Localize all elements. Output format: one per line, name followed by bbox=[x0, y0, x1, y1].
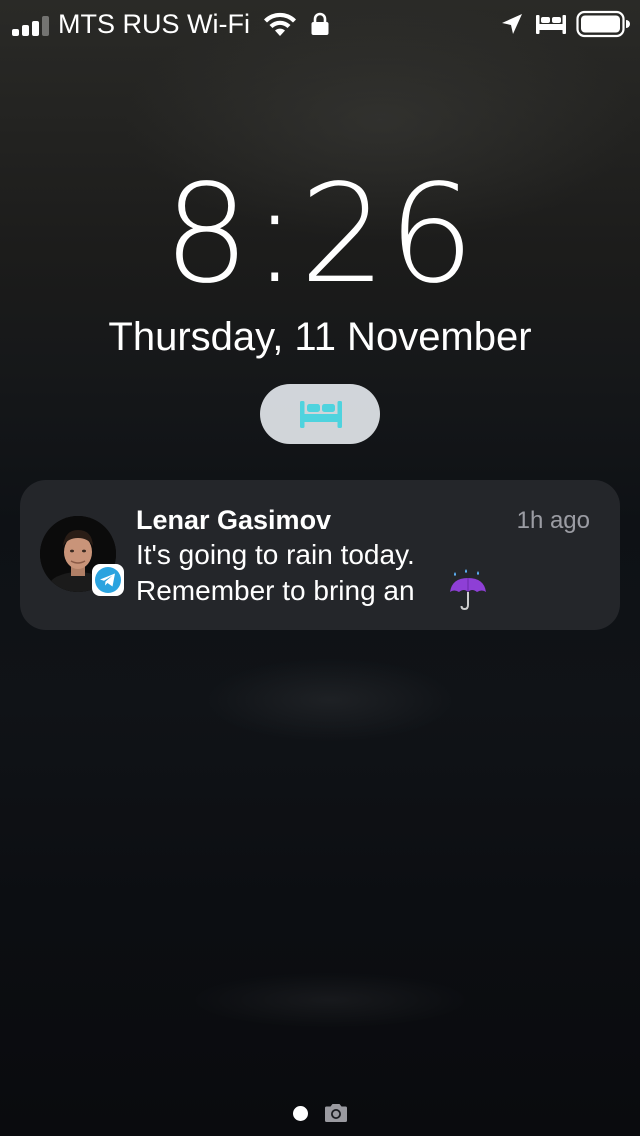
battery-icon bbox=[576, 10, 630, 38]
wifi-icon bbox=[264, 12, 296, 36]
lock-screen-date: Thursday, 11 November bbox=[108, 315, 532, 359]
page-dot[interactable] bbox=[293, 1106, 308, 1121]
notification-time: 1h ago bbox=[516, 507, 590, 534]
status-bar: MTS RUS Wi-Fi bbox=[0, 0, 640, 48]
notification-message-line2: Remember to bring an bbox=[136, 575, 415, 606]
bed-icon bbox=[536, 15, 566, 34]
notification-card[interactable]: Lenar Gasimov 1h ago It's going to rain … bbox=[20, 480, 620, 630]
notification-message-line1: It's going to rain today. bbox=[136, 539, 415, 570]
lock-icon bbox=[311, 12, 329, 35]
lock-screen: MTS RUS Wi-Fi 8:26 Thursday, 11 November… bbox=[0, 0, 640, 1136]
location-icon bbox=[502, 14, 522, 34]
umbrella-with-rain-icon bbox=[450, 569, 486, 611]
camera-icon[interactable] bbox=[323, 1103, 349, 1123]
lock-screen-time: 8:26 bbox=[163, 156, 477, 314]
signal-icon bbox=[12, 14, 52, 36]
bed-icon bbox=[300, 401, 342, 428]
sleep-mode-button[interactable] bbox=[260, 384, 380, 444]
carrier-name: MTS RUS Wi-Fi bbox=[58, 9, 250, 39]
notification-sender: Lenar Gasimov bbox=[136, 505, 332, 535]
telegram-icon bbox=[92, 564, 124, 596]
